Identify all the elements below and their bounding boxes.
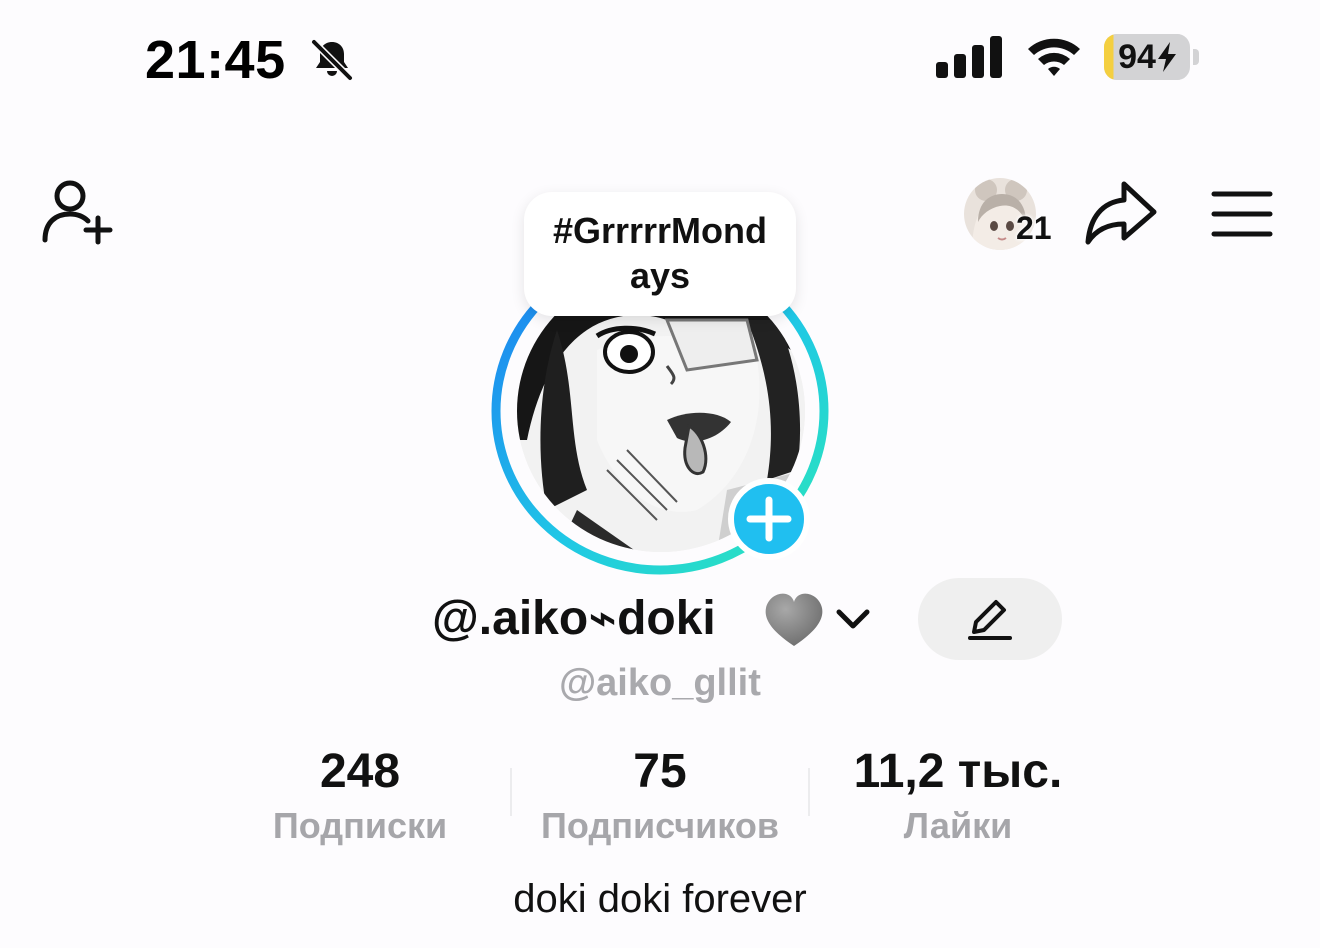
stat-following[interactable]: 248 Подписки: [210, 742, 510, 848]
stat-likes-value: 11,2 тыс.: [853, 745, 1063, 798]
display-name: @.aiko⌁doki: [432, 592, 716, 645]
status-bubble-text: #GrrrrrMondays: [552, 210, 768, 296]
username: @aiko_gllit: [559, 662, 761, 704]
stat-followers-label: Подписчиков: [541, 805, 779, 846]
edit-profile-button[interactable]: [918, 578, 1062, 660]
stat-likes-label: Лайки: [903, 805, 1013, 846]
pencil-icon: [968, 600, 1012, 640]
cellular-signal-icon: [936, 36, 1002, 78]
menu-icon[interactable]: [1210, 188, 1274, 240]
add-friend-icon[interactable]: [40, 176, 116, 246]
battery-indicator: 94: [1104, 34, 1200, 80]
status-time: 21:45: [145, 30, 286, 90]
stat-followers-value: 75: [633, 745, 687, 798]
account-notification-count: 21: [1016, 210, 1052, 246]
grey-heart-icon: [765, 593, 823, 646]
stat-following-label: Подписки: [272, 805, 448, 846]
profile-bio: doki doki forever: [513, 877, 807, 921]
battery-charging-icon: [1158, 42, 1176, 72]
wifi-icon: [1028, 38, 1080, 76]
share-icon[interactable]: [1084, 178, 1160, 248]
chevron-down-icon[interactable]: [834, 604, 872, 634]
add-story-plus-button[interactable]: [728, 478, 810, 560]
bell-off-icon: [311, 39, 353, 81]
status-bubble[interactable]: #GrrrrrMondays: [524, 192, 796, 316]
stat-likes[interactable]: 11,2 тыс. Лайки: [808, 742, 1108, 848]
stat-followers[interactable]: 75 Подписчиков: [510, 742, 810, 848]
stat-following-value: 248: [319, 745, 401, 798]
